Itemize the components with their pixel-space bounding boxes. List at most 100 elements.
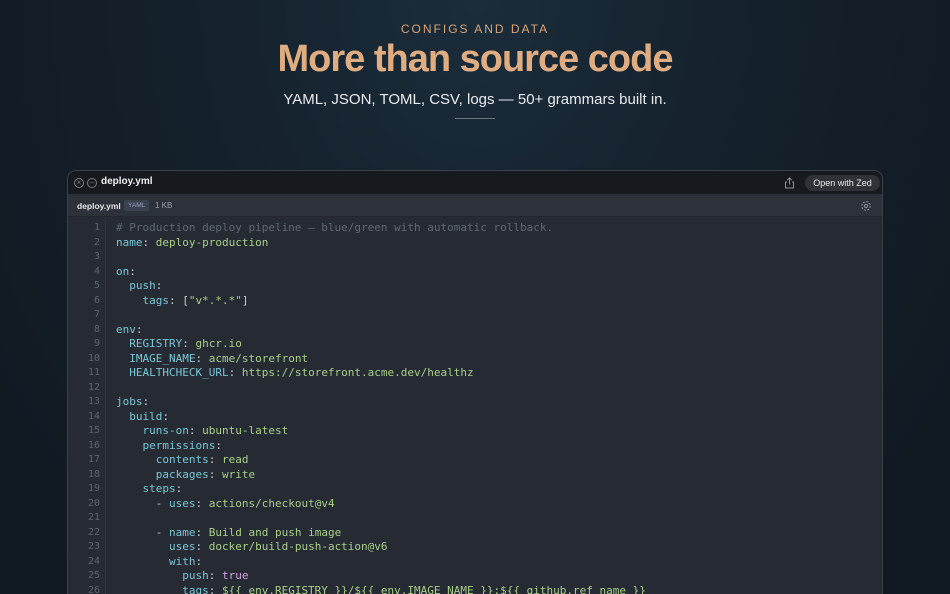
gear-icon[interactable] [860, 200, 872, 212]
line-number: 25 [87, 570, 100, 581]
code-text: push: true [116, 569, 248, 584]
code-token: name [168, 525, 196, 539]
code-text: on: [116, 265, 136, 280]
code-line: 19 steps: [68, 482, 882, 497]
code-editor[interactable]: 1 # Production deploy pipeline — blue/gre… [68, 217, 882, 594]
code-token: : [208, 583, 222, 594]
code-text: IMAGE_NAME: acme/storefront [116, 352, 308, 367]
code-token: name [116, 235, 143, 249]
code-token: build [116, 409, 163, 423]
code-line: 10 IMAGE_NAME: acme/storefront [68, 352, 882, 367]
code-token: IMAGE_NAME [116, 351, 196, 365]
code-line: 3 [68, 250, 882, 265]
code-text: env: [116, 323, 143, 338]
code-token: actions/checkout@v4 [208, 496, 335, 510]
code-line: 4 on: [68, 265, 882, 280]
line-number: 24 [87, 555, 100, 567]
code-text: name: deploy-production [116, 236, 268, 251]
line-number: 16 [87, 439, 100, 451]
code-token: ] [241, 293, 249, 307]
code-line: 12 [68, 381, 882, 396]
code-token: https://storefront.acme.dev/healthz [241, 366, 474, 379]
code-token: write [221, 467, 256, 481]
line-number: 23 [87, 541, 100, 552]
line-number: 11 [87, 367, 100, 378]
code-token: env [116, 322, 136, 336]
code-line: 8 env: [68, 323, 882, 338]
code-token: with [116, 554, 196, 568]
code-token: permissions [116, 438, 216, 452]
code-text: - name: Build and push image [116, 526, 341, 541]
line-number: 4 [93, 265, 100, 277]
code-token: steps [116, 482, 176, 495]
code-text: build: [116, 410, 169, 425]
code-line: 2 name: deploy-production [68, 236, 882, 251]
title-bar: × – deploy.yml Open with Zed [68, 171, 882, 195]
code-text: with: [116, 555, 202, 570]
code-text: HEALTHCHECK_URL: https://storefront.acme… [116, 366, 474, 381]
file-info-bar: deploy.yml YAML 1 KB [68, 195, 882, 217]
open-with-zed-button[interactable]: Open with Zed [805, 175, 880, 191]
code-token: uses [116, 540, 196, 553]
code-line: 18 packages: write [68, 468, 882, 483]
tab-filename[interactable]: deploy.yml [77, 201, 121, 211]
code-token: docker/build-push-action@v6 [208, 540, 388, 553]
close-icon[interactable]: × [74, 178, 84, 188]
line-number: 22 [87, 526, 100, 538]
code-token: Build and push image [208, 525, 342, 539]
code-token: : [195, 525, 209, 539]
code-token: : [142, 395, 150, 408]
code-token: : [175, 482, 183, 495]
code-line: 25 push: true [68, 569, 882, 584]
code-token: : [208, 467, 222, 481]
minimize-icon[interactable]: – [87, 178, 97, 188]
line-number: 5 [93, 280, 100, 291]
line-number: 3 [93, 251, 100, 262]
share-icon[interactable] [784, 177, 795, 189]
code-line: 11 HEALTHCHECK_URL: https://storefront.a… [68, 366, 882, 381]
code-token: uses [168, 496, 196, 510]
line-number: 13 [87, 396, 100, 407]
line-number: 10 [87, 352, 100, 364]
code-token: : [129, 264, 136, 278]
code-line: 24 with: [68, 555, 882, 570]
code-text: contents: read [116, 453, 249, 468]
code-token: true [221, 569, 249, 582]
code-line: 26 tags: ${{ env.REGISTRY }}/${{ env.IMA… [68, 584, 882, 594]
code-line: 16 permissions: [68, 438, 882, 454]
line-number: 7 [93, 309, 100, 320]
code-token: ubuntu-latest [202, 424, 289, 437]
code-line: 23 uses: docker/build-push-action@v6 [68, 540, 882, 555]
code-token: deploy-production [155, 235, 269, 249]
code-text: runs-on: ubuntu-latest [116, 424, 288, 439]
code-text: tags: ${{ env.REGISTRY }}/${{ env.IMAGE_… [116, 584, 646, 594]
code-token: : [155, 279, 163, 292]
divider [455, 118, 495, 119]
line-number: 1 [93, 222, 100, 233]
code-token: : [228, 366, 242, 379]
code-token: : [208, 453, 222, 466]
code-token: jobs [116, 395, 143, 408]
code-token: push [116, 279, 156, 292]
line-number: 2 [93, 236, 100, 248]
code-text: REGISTRY: ghcr.io [116, 337, 242, 352]
line-number: 19 [87, 483, 100, 494]
code-line: 17 contents: read [68, 453, 882, 468]
line-number: 6 [93, 294, 100, 306]
line-number: 9 [93, 338, 100, 349]
code-token: - [116, 496, 169, 510]
code-token: : [182, 337, 196, 350]
line-number: 21 [87, 512, 100, 523]
code-line: 7 [68, 308, 882, 323]
code-token: REGISTRY [116, 337, 183, 350]
code-text: packages: write [116, 468, 255, 483]
code-text: permissions: [116, 438, 221, 454]
headline: More than source code [277, 38, 674, 80]
code-token: "v*.*.*" [188, 293, 242, 307]
code-token: HEALTHCHECK_URL [116, 366, 229, 379]
code-token: : [195, 496, 209, 510]
code-token: tags [116, 293, 169, 307]
line-number: 26 [87, 584, 100, 594]
code-token: : [195, 540, 209, 553]
code-token: contents [116, 453, 209, 466]
